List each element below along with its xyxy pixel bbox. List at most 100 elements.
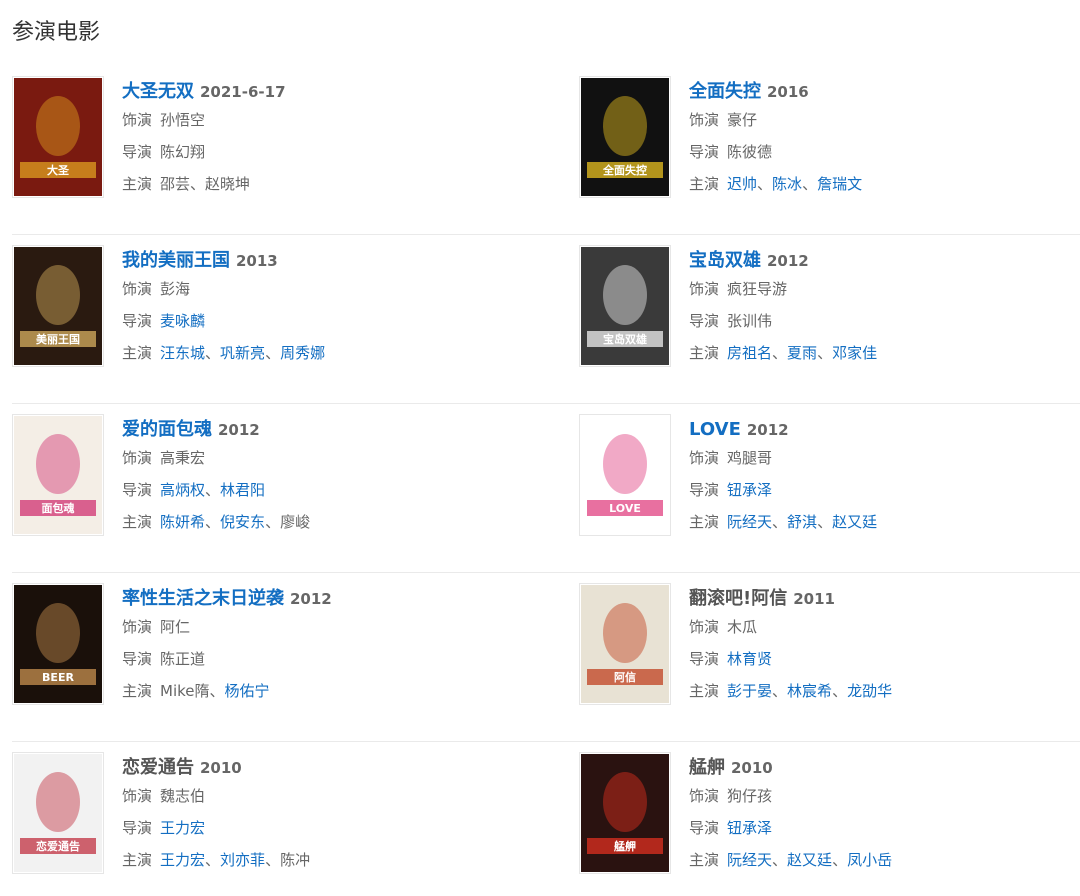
movie-title-link[interactable]: 我的美丽王国 [122,250,230,271]
stars-row: 主演 邵芸、赵晓坤 [122,168,552,200]
role-row: 饰演 高秉宏 [122,442,552,474]
movie-poster[interactable]: 大圣 [12,76,104,198]
director-row-label: 导演 [122,312,153,330]
stars-row-label: 主演 [122,851,153,869]
movie-title-link[interactable]: 率性生活之末日逆袭 [122,588,284,609]
star-link[interactable]: 汪东城 [160,344,205,362]
stars-row-label: 主演 [122,682,153,700]
star-link[interactable]: 迟帅 [727,175,757,193]
movie-title: 恋爱通告 [122,757,194,778]
separator: 、 [205,481,221,499]
director-row-label: 导演 [122,650,153,668]
movie-poster[interactable]: 阿信 [579,583,671,705]
movie-info: 爱的面包魂 2012 饰演 高秉宏 导演 高炳权、林君阳 主演 陈妍希、倪安东、廖峻 [122,418,552,538]
director-row-label: 导演 [122,143,153,161]
movie-poster[interactable]: BEER [12,583,104,705]
movie-title-link[interactable]: 全面失控 [689,81,761,102]
director-row: 导演 陈彼德 [689,136,1080,168]
director-name: 陈彼德 [727,143,773,161]
movie-title-link[interactable]: 爱的面包魂 [122,419,212,440]
movie-title-link[interactable]: 大圣无双 [122,81,194,102]
poster-image: BEER [14,585,102,703]
movie-poster[interactable]: 美丽王国 [12,245,104,367]
star-name: 赵晓坤 [205,175,251,193]
movie-poster[interactable]: 宝岛双雄 [579,245,671,367]
star-link[interactable]: 詹瑞文 [817,175,862,193]
star-link[interactable]: 夏雨 [787,344,817,362]
movie-title-line: 翻滚吧!阿信 2011 [689,587,1080,611]
director-row: 导演 麦咏麟 [122,305,552,337]
movie-poster[interactable]: 面包魂 [12,414,104,536]
poster-title-art: 全面失控 [602,163,647,177]
movie-title-link[interactable]: 宝岛双雄 [689,250,761,271]
movie-title-line: 率性生活之末日逆袭 2012 [122,587,552,611]
director-row-label: 导演 [689,312,720,330]
movie-info: 宝岛双雄 2012 饰演 疯狂导游 导演 张训伟 主演 房祖名、夏雨、邓家佳 [689,249,1080,369]
movie-info: 恋爱通告 2010 饰演 魏志伯 导演 王力宏 主演 王力宏、刘亦菲、陈冲 [122,756,552,876]
director-link[interactable]: 钮承泽 [727,481,772,499]
role-row-label: 饰演 [689,618,720,636]
director-link[interactable]: 钮承泽 [727,819,772,837]
role-name: 疯狂导游 [727,280,788,298]
star-link[interactable]: 阮经天 [727,851,772,869]
movie-info: 翻滚吧!阿信 2011 饰演 木瓜 导演 林育贤 主演 彭于晏、林宸希、龙劭华 [689,587,1080,707]
role-row-label: 饰演 [689,111,720,129]
star-link[interactable]: 陈妍希 [160,513,205,531]
star-link[interactable]: 王力宏 [160,851,205,869]
role-row: 饰演 疯狂导游 [689,273,1080,305]
movie-year: 2021-6-17 [200,83,286,101]
movie-title-link[interactable]: LOVE [689,419,741,440]
role-name: 阿仁 [160,618,191,636]
director-link[interactable]: 王力宏 [160,819,205,837]
star-link[interactable]: 周秀娜 [280,344,325,362]
movie-grid: 大圣 大圣无双 2021-6-17 饰演 孙悟空 导演 陈幻翔 主演 邵芸、赵晓坤 全面失控 全面失… [0,66,1080,896]
star-link[interactable]: 杨佑宁 [225,682,270,700]
star-link[interactable]: 赵又廷 [832,513,877,531]
poster-title-art: 美丽王国 [36,332,80,346]
director-name: 陈幻翔 [160,143,206,161]
role-name: 彭海 [160,280,191,298]
separator: 、 [802,175,818,193]
role-row-label: 饰演 [122,618,153,636]
separator: 、 [757,175,773,193]
movie-title-line: 大圣无双 2021-6-17 [122,80,552,104]
star-link[interactable]: 房祖名 [727,344,772,362]
separator: 、 [205,513,221,531]
role-row-label: 饰演 [122,280,153,298]
director-link[interactable]: 高炳权 [160,481,205,499]
director-row-label: 导演 [689,819,720,837]
movie-poster[interactable]: LOVE [579,414,671,536]
stars-row-label: 主演 [689,513,720,531]
star-link[interactable]: 彭于晏 [727,682,772,700]
star-link[interactable]: 邓家佳 [832,344,877,362]
movie-year: 2016 [767,83,809,101]
movie-poster[interactable]: 艋舺 [579,752,671,874]
movie-poster[interactable]: 全面失控 [579,76,671,198]
star-link[interactable]: 舒淇 [787,513,817,531]
movie-poster[interactable]: 恋爱通告 [12,752,104,874]
director-row: 导演 王力宏 [122,812,552,844]
star-link[interactable]: 林宸希 [787,682,832,700]
poster-image: 艋舺 [581,754,669,872]
role-name: 孙悟空 [160,111,206,129]
star-link[interactable]: 赵又廷 [787,851,832,869]
separator: 、 [190,175,206,193]
star-link[interactable]: 凤小岳 [847,851,892,869]
star-link[interactable]: 刘亦菲 [220,851,265,869]
separator: 、 [265,513,281,531]
star-link[interactable]: 陈冰 [772,175,802,193]
poster-image: 恋爱通告 [14,754,102,872]
director-link[interactable]: 林君阳 [220,481,265,499]
stars-row: 主演 陈妍希、倪安东、廖峻 [122,506,552,538]
director-link[interactable]: 林育贤 [727,650,772,668]
role-row: 饰演 鸡腿哥 [689,442,1080,474]
star-link[interactable]: 龙劭华 [847,682,892,700]
director-row: 导演 钮承泽 [689,474,1080,506]
star-link[interactable]: 巩新亮 [220,344,265,362]
director-link[interactable]: 麦咏麟 [160,312,205,330]
movie-card: 美丽王国 我的美丽王国 2013 饰演 彭海 导演 麦咏麟 主演 汪东城、巩新亮、周秀娜 [12,245,552,395]
star-link[interactable]: 倪安东 [220,513,265,531]
star-link[interactable]: 阮经天 [727,513,772,531]
role-row: 饰演 阿仁 [122,611,552,643]
stars-row-label: 主演 [122,344,153,362]
